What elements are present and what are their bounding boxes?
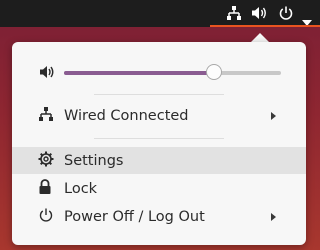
- volume-icon: [39, 64, 55, 84]
- menu-item-wired-connected[interactable]: Wired Connected: [12, 102, 306, 129]
- power-icon[interactable]: [278, 5, 294, 25]
- gear-icon: [38, 151, 54, 171]
- menu-item-power-off-log-out[interactable]: Power Off / Log Out: [12, 203, 306, 230]
- volume-slider-track[interactable]: [64, 71, 281, 75]
- tray-active-indicator: [210, 25, 320, 27]
- volume-slider-thumb[interactable]: [205, 64, 222, 80]
- separator: [94, 94, 224, 95]
- submenu-arrow-icon: [271, 212, 276, 221]
- top-bar: [0, 0, 320, 27]
- dropdown-arrow-icon[interactable]: [302, 11, 312, 30]
- system-tray[interactable]: [210, 0, 320, 27]
- network-wired-icon[interactable]: [226, 5, 242, 25]
- menu-item-lock[interactable]: Lock: [12, 175, 306, 202]
- menu-pointer: [251, 33, 269, 42]
- network-wired-icon: [38, 106, 54, 125]
- menu-item-label: Lock: [64, 180, 98, 197]
- volume-icon[interactable]: [251, 5, 268, 25]
- system-menu: Wired Connected Settings Lock Power Off …: [12, 42, 306, 245]
- power-icon: [38, 207, 54, 227]
- menu-item-label: Power Off / Log Out: [64, 208, 205, 225]
- lock-icon: [38, 178, 52, 199]
- menu-item-settings[interactable]: Settings: [12, 147, 306, 174]
- submenu-arrow-icon: [271, 111, 276, 120]
- menu-item-label: Settings: [64, 152, 124, 169]
- menu-item-label: Wired Connected: [64, 107, 189, 124]
- volume-slider-fill: [64, 71, 214, 75]
- separator: [94, 138, 224, 139]
